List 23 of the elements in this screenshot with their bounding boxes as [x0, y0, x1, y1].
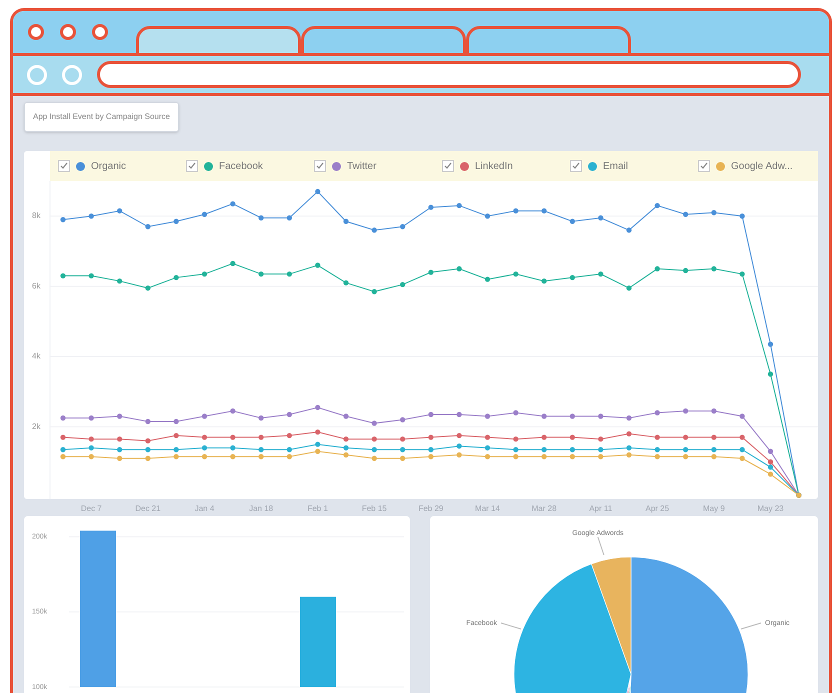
x-axis-label: Feb 29	[418, 504, 444, 513]
x-axis-label: Dec 21	[135, 504, 161, 513]
y-axis-label: 2k	[32, 422, 40, 431]
legend-label: LinkedIn	[475, 160, 513, 174]
x-axis-label: Feb 1	[307, 504, 328, 513]
y-axis-label: 4k	[32, 352, 40, 361]
x-axis-label: Jan 18	[249, 504, 274, 513]
x-axis-label: Mar 28	[532, 504, 557, 513]
y-axis-label: 6k	[32, 281, 40, 290]
legend-label: Google Adw...	[731, 160, 793, 174]
legend-label: Email	[603, 160, 628, 174]
x-axis-label: May 23	[757, 504, 784, 513]
x-axis-label: May 9	[703, 504, 725, 513]
x-axis-label: Dec 7	[80, 504, 102, 513]
x-axis-label: Apr 11	[589, 504, 612, 513]
x-axis-label: Mar 14	[475, 504, 500, 513]
legend-label: Facebook	[219, 160, 263, 174]
y-axis-label: 8k	[32, 211, 40, 220]
legend-label: Twitter	[347, 160, 376, 174]
x-axis-label: Apr 25	[646, 504, 670, 513]
x-axis-label: Jan 4	[194, 504, 214, 513]
x-axis-label: Feb 15	[362, 504, 387, 513]
legend-label: Organic	[91, 160, 126, 174]
